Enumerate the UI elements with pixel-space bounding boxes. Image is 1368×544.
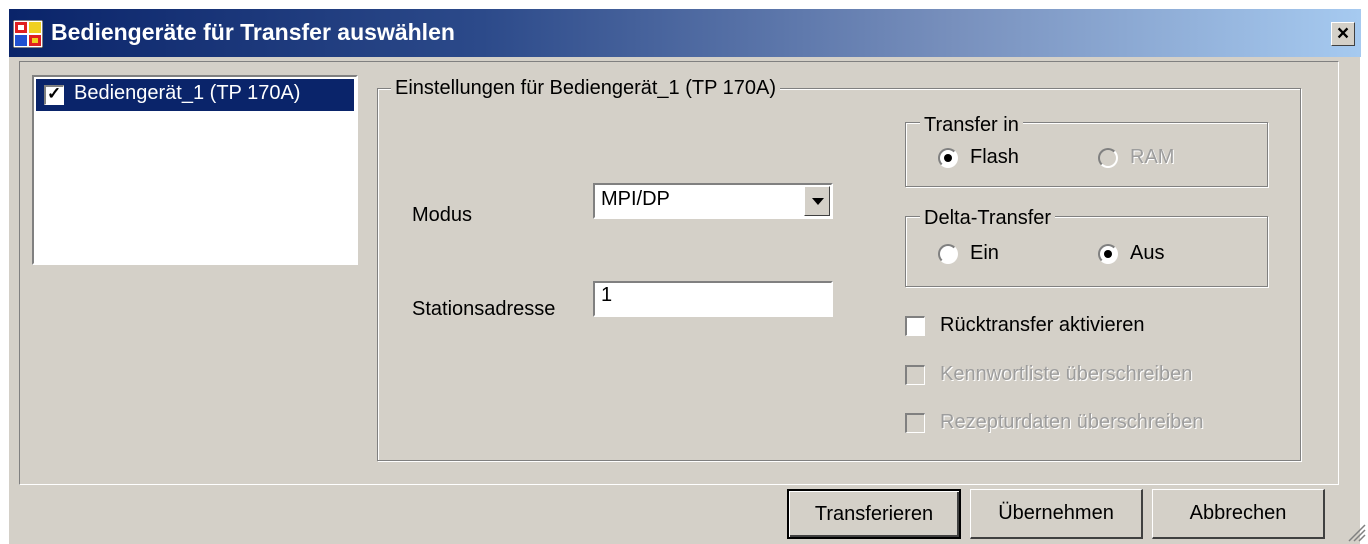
ruecktransfer-label: Rücktransfer aktivieren — [940, 314, 1145, 336]
transfer-in-title: Transfer in — [920, 114, 1023, 137]
modus-select[interactable]: MPI/DP — [593, 183, 833, 219]
close-button[interactable]: × — [1331, 22, 1355, 46]
radio-ein[interactable] — [938, 244, 958, 264]
device-list[interactable]: ✓ Bediengerät_1 (TP 170A) — [32, 75, 358, 265]
check-icon: ✓ — [47, 84, 62, 103]
resize-grip-icon[interactable] — [1346, 522, 1366, 542]
radio-aus[interactable] — [1098, 244, 1118, 264]
delta-transfer-title: Delta-Transfer — [920, 207, 1056, 230]
transfer-button[interactable]: Transferieren — [787, 489, 961, 539]
ein-label: Ein — [970, 242, 999, 264]
kennwortliste-label: Kennwortliste überschreiben — [940, 363, 1193, 385]
radio-ram[interactable] — [1098, 148, 1118, 168]
cancel-button[interactable]: Abbrechen — [1152, 489, 1325, 539]
device-checkbox[interactable]: ✓ — [44, 84, 64, 105]
flash-label: Flash — [970, 146, 1019, 168]
radio-flash[interactable] — [938, 148, 958, 168]
rezepturdaten-checkbox[interactable] — [905, 413, 925, 433]
close-icon: × — [1336, 22, 1350, 45]
station-label: Stationsadresse — [412, 298, 556, 320]
station-address-input[interactable]: 1 — [593, 281, 833, 317]
chevron-down-icon — [812, 198, 824, 205]
window-title: Bediengeräte für Transfer auswählen — [51, 19, 455, 45]
radio-dot — [1104, 250, 1112, 258]
title-bar[interactable]: Bediengeräte für Transfer auswählen × — [9, 9, 1361, 57]
dropdown-button[interactable] — [804, 186, 830, 216]
list-item[interactable]: ✓ Bediengerät_1 (TP 170A) — [36, 79, 354, 111]
modus-label: Modus — [412, 204, 473, 226]
settings-group-title: Einstellungen für Bediengerät_1 (TP 170A… — [391, 77, 780, 100]
ram-label: RAM — [1130, 146, 1175, 168]
rezepturdaten-label: Rezepturdaten überschreiben — [940, 411, 1204, 433]
ruecktransfer-checkbox[interactable] — [905, 316, 925, 336]
modus-value: MPI/DP — [601, 188, 670, 210]
apply-button[interactable]: Übernehmen — [970, 489, 1143, 539]
device-label: Bediengerät_1 (TP 170A) — [74, 82, 301, 104]
radio-dot — [944, 154, 952, 162]
kennwortliste-checkbox[interactable] — [905, 365, 925, 385]
aus-label: Aus — [1130, 242, 1165, 264]
app-icon — [13, 20, 43, 48]
